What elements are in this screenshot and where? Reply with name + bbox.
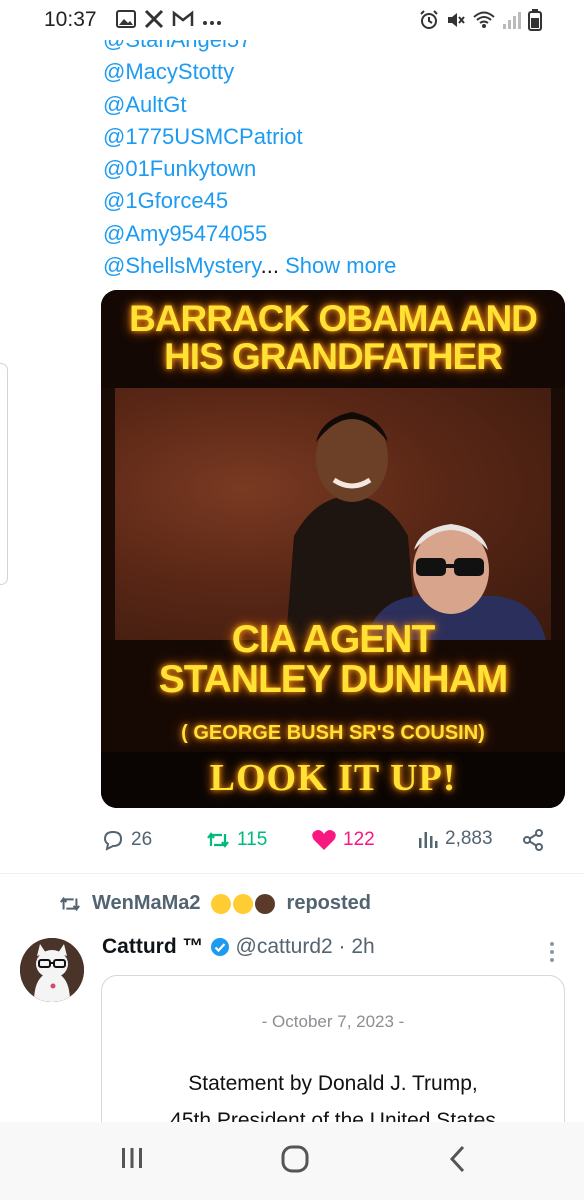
alarm-icon [418,9,440,36]
cat-avatar-icon [20,938,84,1002]
edge-panel-handle[interactable] [0,363,8,585]
meme-subcaption: ( GEORGE BUSH SR'S COUSIN) [181,722,485,744]
gmail-icon [172,10,194,33]
wifi-icon [472,10,496,35]
verified-badge-icon [210,938,229,956]
share-button[interactable] [521,828,545,852]
signal-icon [502,10,522,35]
mention-link[interactable]: @1Gforce45 [103,185,563,217]
monocle-face-icon [232,893,253,914]
tweet-actions: 26 115 122 2,883 [101,822,565,862]
mute-icon [446,10,466,35]
mention-list: @StanAngel57 @MacyStotty @AultGt @1775US… [103,24,563,282]
tweet-divider [0,873,584,874]
display-name[interactable]: Catturd ™ [102,935,204,959]
mention-link[interactable]: @Amy95474055 [103,218,563,250]
statement-date: - October 7, 2023 - [261,1012,405,1031]
detective-icon [254,893,275,914]
home-button[interactable] [280,1144,310,1179]
meme-line: STANLEY DUNHAM [158,658,509,701]
mention-link[interactable]: @1775USMCPatriot [103,121,563,153]
battery-icon [528,9,542,36]
statement-title: Statement by Donald J. Trump, [188,1072,478,1095]
reply-icon [103,830,123,851]
meme-title: BARRACK OBAMA AND HIS GRANDFATHER [101,300,565,376]
system-nav-bar [0,1122,584,1200]
back-button[interactable] [446,1144,470,1179]
recents-icon [122,1148,142,1168]
meme-line: CIA AGENT [231,618,436,661]
mention-last-row: @ShellsMystery... Show more [103,250,563,282]
status-bar: 10:37 [0,0,584,40]
vertical-dots-icon [550,942,554,962]
status-time: 10:37 [44,8,97,31]
more-dots-icon [202,13,222,31]
reposted-label: reposted [286,892,372,914]
notification-icons [116,9,222,34]
mention-link[interactable]: @ShellsMystery [103,253,261,278]
shushing-face-icon [210,893,231,914]
like-button[interactable]: 122 [311,828,375,852]
repost-header[interactable]: WenMaMa2 reposted [58,892,371,915]
like-count: 122 [343,829,375,850]
avatar[interactable] [20,938,84,1002]
tweet-header: Catturd ™ @catturd2 · 2h [102,935,375,959]
repost-button[interactable]: 115 [205,828,267,852]
home-icon [281,1145,309,1173]
mention-link[interactable]: @01Funkytown [103,153,563,185]
handle-and-time[interactable]: @catturd2 · 2h [236,935,375,959]
reply-count: 26 [131,829,153,850]
meme-lookup-text: LOOK IT UP! [209,757,457,799]
reply-button[interactable]: 26 [101,828,152,852]
repost-count: 115 [237,829,268,850]
reposter-name[interactable]: WenMaMa2 [92,892,201,915]
tweet-image[interactable]: BARRACK OBAMA AND HIS GRANDFATHER CIA AG… [101,290,565,808]
views-count: 2,883 [445,828,493,849]
repost-icon [207,832,229,848]
share-icon [523,829,543,851]
x-logo-icon [144,9,164,34]
meme-line: BARRACK OBAMA AND [129,298,538,339]
show-more-link[interactable]: Show more [285,253,396,278]
mention-link[interactable]: @AultGt [103,89,563,121]
attached-image-card[interactable]: - October 7, 2023 - Statement by Donald … [101,975,565,1145]
recent-apps-button[interactable] [118,1144,146,1177]
back-chevron-icon [449,1145,465,1173]
gallery-icon [116,10,136,33]
mention-link[interactable]: @MacyStotty [103,56,563,88]
views-button[interactable]: 2,883 [417,828,493,850]
meme-caption: CIA AGENT STANLEY DUNHAM [101,620,565,700]
views-icon [419,832,438,848]
ellipsis: ... [260,253,279,279]
reposter-emojis [210,892,277,915]
system-icons [418,9,542,36]
repost-icon [60,896,80,911]
more-options-button[interactable] [548,940,556,969]
meme-line: HIS GRANDFATHER [164,336,503,377]
heart-icon [312,830,336,850]
